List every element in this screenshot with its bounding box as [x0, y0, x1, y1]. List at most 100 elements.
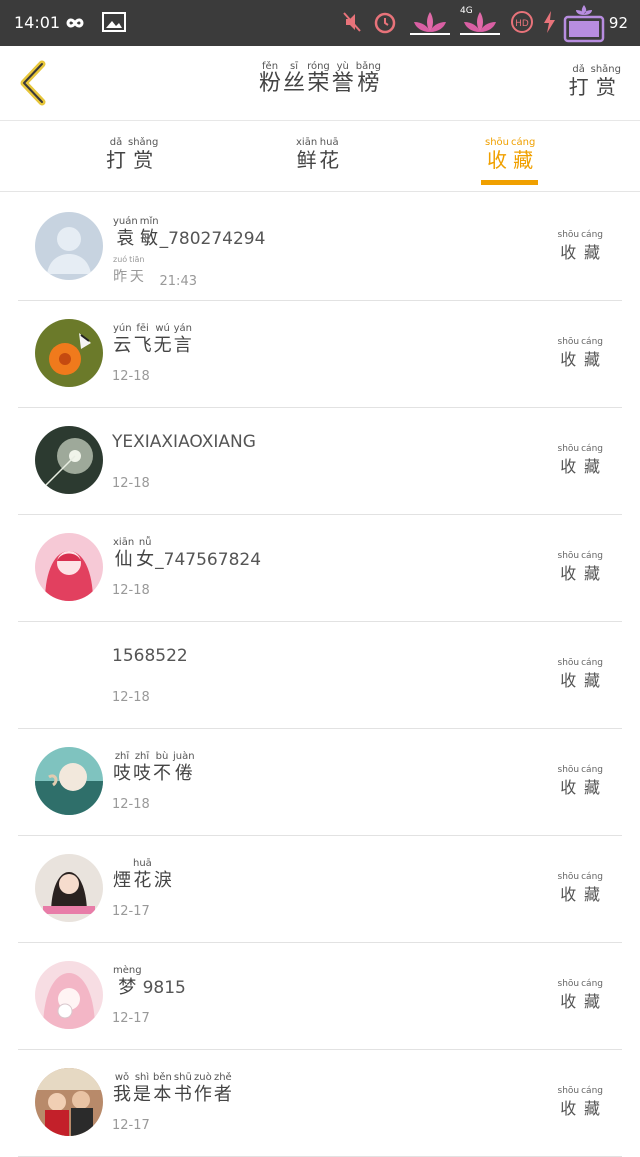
- timestamp: 12-17: [112, 1011, 150, 1026]
- favorite-action-label[interactable]: shōu 收 cáng 藏: [557, 337, 605, 372]
- ruby-char: xiān 鲜: [296, 137, 317, 172]
- list-item[interactable]: 煙 huā 花 淚 12-17 shōu 收 cáng 藏: [18, 836, 622, 943]
- pinyin: juàn: [173, 751, 195, 762]
- favorite-action-label[interactable]: shōu 收 cáng 藏: [557, 551, 605, 586]
- hanzi: 荣: [307, 71, 330, 96]
- avatar[interactable]: [35, 747, 103, 815]
- user-name: YEXIAXIAOXIANG: [112, 430, 256, 454]
- pinyin: shǎng: [128, 137, 159, 148]
- pinyin: shōu: [557, 658, 580, 668]
- tab-bar: dǎ 打 shǎng 赏 xiān 鲜 huā 花 shōu 收 cáng 藏: [0, 121, 640, 192]
- ruby-char: wú 无: [154, 323, 172, 358]
- favorite-action-label[interactable]: shōu 收 cáng 藏: [557, 1086, 605, 1121]
- favorite-action-label[interactable]: shōu 收 cáng 藏: [557, 979, 605, 1014]
- hanzi: 昨: [113, 269, 128, 285]
- hanzi: 仙: [114, 549, 133, 570]
- hanzi: 藏: [584, 992, 601, 1011]
- pinyin: dǎ: [572, 64, 585, 75]
- pinyin: shōu: [557, 872, 580, 882]
- hanzi: 女: [136, 549, 155, 570]
- ruby-char: cáng 藏: [581, 337, 603, 372]
- list-item[interactable]: xiān 仙 nǚ 女 _747567824 12-18 shōu 收 cáng 藏: [18, 515, 622, 622]
- ruby-char: tiān 天: [129, 254, 144, 289]
- hanzi: 藏: [584, 243, 601, 262]
- gallery-icon: [102, 12, 126, 32]
- list-item[interactable]: mèng 梦 9815 12-17 shōu 收 cáng 藏: [18, 943, 622, 1050]
- list-item[interactable]: yuán 袁 mǐn 敏 _780274294 zuó 昨 tiān 天 21:43 shōu 收 cá…: [18, 194, 622, 301]
- tab-flowers[interactable]: xiān 鲜 huā 花: [295, 137, 340, 172]
- tab-reward[interactable]: dǎ 打 shǎng 赏: [105, 137, 159, 172]
- pinyin: cáng: [581, 444, 603, 454]
- app-header: fěn 粉 sī 丝 róng 荣 yù 誉 bǎng 榜 dǎ 打 shǎng 赏: [0, 46, 640, 121]
- hanzi: 天: [129, 269, 144, 285]
- hanzi: 藏: [584, 778, 601, 797]
- ruby-char: dǎ 打: [106, 137, 126, 172]
- hanzi: 梦: [118, 977, 137, 998]
- hanzi: 藏: [584, 457, 601, 476]
- avatar[interactable]: [35, 533, 103, 601]
- hanzi: 无: [153, 335, 172, 356]
- ruby-char: shōu 收: [558, 444, 580, 479]
- hanzi: 吱: [113, 763, 131, 784]
- pinyin: dǎ: [109, 137, 123, 148]
- ruby-char: róng 荣: [307, 61, 330, 96]
- avatar[interactable]: [35, 426, 103, 494]
- favorite-action-label[interactable]: shōu 收 cáng 藏: [557, 230, 605, 265]
- ruby-char: mǐn 敏: [140, 216, 159, 251]
- page-title: fěn 粉 sī 丝 róng 荣 yù 誉 bǎng 榜: [0, 61, 640, 96]
- pinyin: yún: [113, 323, 132, 334]
- ruby-char: shōu 收: [558, 765, 580, 800]
- hanzi: 赏: [133, 148, 154, 172]
- hanzi: 藏: [584, 350, 601, 369]
- hanzi: 吱: [133, 763, 151, 784]
- signal-lotus-icon: [410, 12, 450, 35]
- ruby-char: shōu 收: [558, 979, 580, 1014]
- hanzi: 飞: [133, 335, 152, 356]
- reward-button[interactable]: dǎ 打 shǎng 赏: [568, 64, 622, 99]
- hanzi: 不: [153, 763, 171, 784]
- ruby-char: fēi 飞: [134, 323, 152, 358]
- pinyin: běn: [153, 1072, 172, 1083]
- ruby-char: cáng 藏: [581, 872, 603, 907]
- pinyin: shì: [134, 1072, 150, 1083]
- user-name: zhī 吱 zhī 吱 bù 不 juàn 倦: [112, 751, 196, 786]
- hanzi: 收: [487, 148, 507, 172]
- timestamp: 12-18: [112, 583, 150, 598]
- ruby-char: shǎng 赏: [591, 64, 621, 99]
- list-item[interactable]: wǒ 我 shì 是 běn 本 shū 书 zuò 作 zhě 者 12-17 shōu 收 cáng 藏: [18, 1050, 622, 1157]
- timestamp: 12-18: [112, 690, 150, 705]
- avatar[interactable]: [35, 212, 103, 280]
- pinyin: cáng: [581, 979, 603, 989]
- favorite-action-label[interactable]: shōu 收 cáng 藏: [557, 765, 605, 800]
- avatar[interactable]: [35, 319, 103, 387]
- pinyin: shōu: [557, 444, 580, 454]
- pinyin: xiān: [296, 137, 318, 148]
- favorite-action-label[interactable]: shōu 收 cáng 藏: [557, 444, 605, 479]
- ruby-char: shōu 收: [558, 1086, 580, 1121]
- pinyin: zhě: [213, 1072, 232, 1083]
- ruby-char: zuò 作: [194, 1072, 212, 1107]
- hanzi: 收: [560, 243, 577, 262]
- status-bar: 14:01 4G HD 92: [0, 0, 640, 46]
- ruby-char: fěn 粉: [259, 61, 281, 96]
- user-name: 1568522: [112, 644, 188, 668]
- list-item[interactable]: YEXIAXIAOXIANG 12-18 shōu 收 cáng 藏: [18, 408, 622, 515]
- hanzi: 收: [560, 564, 577, 583]
- avatar[interactable]: [35, 854, 103, 922]
- pinyin: cáng: [581, 658, 603, 668]
- pinyin: cáng: [581, 872, 603, 882]
- tab-favorites[interactable]: shōu 收 cáng 藏: [484, 137, 536, 172]
- hanzi: 云: [113, 335, 132, 356]
- list-item[interactable]: yún 云 fēi 飞 wú 无 yán 言 12-18 shōu 收 cáng 藏: [18, 301, 622, 408]
- avatar[interactable]: [35, 640, 103, 708]
- list-item[interactable]: zhī 吱 zhī 吱 bù 不 juàn 倦 12-18 shōu 收 cáng 藏: [18, 729, 622, 836]
- favorite-action-label[interactable]: shōu 收 cáng 藏: [557, 872, 605, 907]
- pinyin: shū: [173, 1072, 192, 1083]
- avatar[interactable]: [35, 1068, 103, 1136]
- pinyin: wú: [155, 323, 170, 334]
- pinyin: tiān: [129, 255, 145, 264]
- favorite-action-label[interactable]: shōu 收 cáng 藏: [557, 658, 605, 693]
- list-item[interactable]: 1568522 12-18 shōu 收 cáng 藏: [18, 622, 622, 729]
- avatar[interactable]: [35, 961, 103, 1029]
- hanzi: 藏: [513, 148, 534, 172]
